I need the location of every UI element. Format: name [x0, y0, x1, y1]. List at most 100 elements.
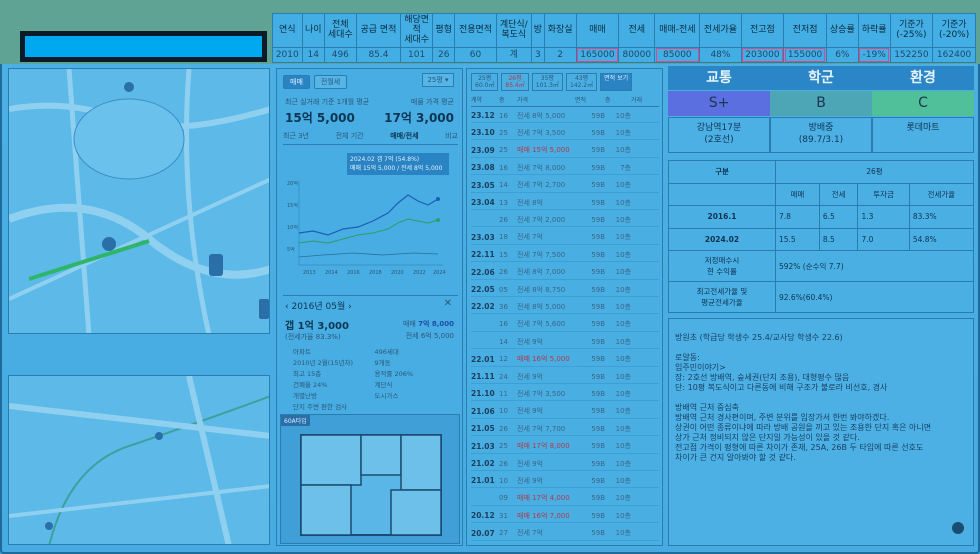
settings-icon[interactable]: [952, 522, 964, 534]
tx-row[interactable]: 20.12 31 매매 16억 7,000 59B 10층: [471, 509, 659, 524]
summary-header: 상승률: [825, 13, 859, 48]
summary-value: 203000: [740, 46, 785, 64]
tx-tab[interactable]: 25평 60.0㎡: [471, 73, 499, 91]
summary-value: 80000: [618, 46, 656, 64]
memo-line: [675, 393, 967, 403]
next-icon[interactable]: ›: [345, 302, 352, 312]
tx-row[interactable]: 26 전세 7억 2,000 59B 10층: [471, 213, 659, 228]
tx-cell-f: 13: [499, 198, 508, 207]
tx-row[interactable]: 21.01 10 전세 9억 59B 10층: [471, 474, 659, 489]
tx-cell-k: 전세 8억 5,000: [517, 111, 566, 120]
x-tick-2024: 2024: [433, 270, 446, 276]
tx-tab[interactable]: 43평 142.2㎡: [565, 73, 598, 91]
tx-row[interactable]: 21.10 11 전세 7억 3,500 59B 10층: [471, 387, 659, 402]
complex-map[interactable]: [8, 68, 270, 334]
tx-cell-f: 16: [499, 111, 508, 120]
tx-cell-a: 59B: [591, 442, 605, 451]
tx-row[interactable]: 23.12 16 전세 8억 5,000 59B 10층: [471, 109, 659, 123]
tx-cell-f: 26: [499, 459, 508, 468]
tx-cell-a: 59B: [591, 146, 605, 155]
summary-value: 48%: [699, 46, 742, 64]
close-icon[interactable]: ✕: [444, 298, 452, 309]
tx-cell-d: 23.12: [471, 111, 495, 120]
summary-value: -19%: [857, 46, 891, 64]
summary-value: 6%: [825, 46, 859, 64]
tx-cell-a: 59B: [591, 250, 605, 259]
floor-plan[interactable]: 60A타입: [280, 414, 460, 544]
calc-cell: 7.8: [774, 205, 820, 229]
score-desc: 강남역17분 (2호선): [668, 117, 770, 153]
tx-cell-d: 21.01: [471, 476, 495, 486]
score-head: 학군: [770, 66, 872, 90]
tx-row[interactable]: 21.06 10 전세 9억 59B 10층: [471, 405, 659, 419]
summary-header: 공급 면적: [355, 13, 402, 48]
tx-cell-fl: 10층: [615, 459, 631, 468]
tx-cell-fl: 10층: [615, 407, 631, 416]
gap-value: 갭 1억 3,000: [285, 321, 349, 332]
tx-row[interactable]: 21.11 24 전세 9억 59B 10층: [471, 370, 659, 384]
gap-sub: (전세가율 83.3%): [285, 333, 341, 341]
tx-cell-a: 59B: [591, 372, 605, 381]
tx-row[interactable]: 22.05 05 전세 8억 8,750 59B 10층: [471, 283, 659, 297]
tx-row[interactable]: 21.02 26 전세 9억 59B 10층: [471, 457, 659, 471]
feature-item: 계단식: [374, 381, 393, 389]
tx-cell-d: 20.07: [471, 528, 495, 538]
tx-row[interactable]: 23.10 25 전세 7억 3,500 59B 10층: [471, 126, 659, 141]
tx-cell-f: 25: [499, 146, 508, 155]
tx-cell-d: 21.11: [471, 372, 495, 381]
tx-cell-fl: 10층: [615, 215, 631, 224]
tx-row[interactable]: 22.11 15 전세 7억 7,500 59B 10층: [471, 248, 659, 263]
tx-row[interactable]: 20.07 27 전세 7억 59B 10층: [471, 527, 659, 541]
feature-item: 단지 주변 편한 검사: [293, 403, 348, 411]
tab-sale[interactable]: 매매: [283, 75, 310, 89]
area-map[interactable]: [8, 375, 270, 545]
tx-row[interactable]: 21.03 25 매매 17억 8,000 59B 10층: [471, 440, 659, 454]
subtab-compare[interactable]: 비교: [445, 131, 458, 141]
tx-row[interactable]: 09 매매 17억 4,000 59B 10층: [471, 492, 659, 506]
x-tick-2013: 2013: [303, 270, 316, 276]
tx-tab[interactable]: 35평 101.3㎡: [531, 73, 563, 91]
redacted-logo-box: [20, 31, 267, 62]
pyeong-select[interactable]: 25평 ▾: [422, 73, 454, 87]
tx-cell-a: 59B: [591, 320, 605, 329]
calc-size-label: 26평: [774, 160, 975, 184]
summary-value: 26: [432, 46, 456, 64]
tx-row[interactable]: 23.05 14 전세 7억 2,700 59B 10층: [471, 179, 659, 193]
tx-tab[interactable]: 26평 85.4㎡: [501, 73, 529, 91]
tx-cell-a: 59B: [591, 198, 605, 207]
tx-cell-f: 25: [499, 442, 508, 451]
tx-cell-a: 59B: [591, 233, 605, 242]
tx-row[interactable]: 23.09 25 매매 15억 5,000 59B 10층: [471, 144, 659, 158]
summary-header: 전저점: [783, 13, 827, 48]
tx-cell-k: 매매 15억 5,000: [517, 146, 570, 155]
tx-row[interactable]: 22.01 12 매매 16억 5,000 59B 10층: [471, 353, 659, 367]
tx-cell-a: 59B: [591, 181, 605, 190]
memo-line: 임주민이야기>: [675, 363, 726, 372]
summary-header: 연식: [272, 13, 303, 48]
subtab-all[interactable]: 전체 기간: [336, 131, 364, 141]
gap-lease-label: 전세: [405, 332, 419, 340]
memo-panel[interactable]: 방원초 (학급당 학생수 25.4/교사당 학생수 22.6) 로얄동: 임주민이야…: [668, 318, 974, 546]
calc-row-label: 2016.1: [668, 205, 776, 229]
price-chart[interactable]: 20억 15억 10억 5억 2013 2014 2016 2018 2020 …: [283, 173, 459, 283]
subtab-sale-lease[interactable]: 매매/전세: [390, 131, 418, 141]
tx-row[interactable]: 14 전세 9억 59B 10층: [471, 335, 659, 350]
tx-row[interactable]: 23.08 16 전세 7억 8,000 59B 7층: [471, 161, 659, 176]
tx-cell-k: 매매 16억 7,000: [517, 511, 570, 520]
x-tick-2018: 2018: [369, 270, 382, 276]
tx-row[interactable]: 22.06 26 전세 8억 7,000 59B 10층: [471, 266, 659, 280]
summary-value: 2010: [272, 46, 303, 64]
score-block: 교통 S+ 강남역17분 (2호선) 학군 B 방배중 (89.7/3.1) 환경 C 롯데마트: [668, 66, 974, 154]
tab-lease[interactable]: 전월세: [313, 75, 348, 89]
tx-cell-fl: 10층: [615, 355, 631, 364]
tx-row[interactable]: 16 전세 7억 5,600 59B 10층: [471, 318, 659, 332]
tx-cell-f: 26: [499, 268, 508, 277]
subtab-3y[interactable]: 최근 3년: [283, 131, 309, 141]
tx-row[interactable]: 23.04 13 전세 8억 59B 10층: [471, 196, 659, 210]
recent-label: 최근 실거래 기준 1개월 평균: [285, 98, 370, 106]
tx-tab[interactable]: 면적 보기: [600, 73, 633, 91]
tx-row[interactable]: 21.05 26 전세 7억 7,700 59B 10층: [471, 422, 659, 437]
tx-row[interactable]: 23.03 18 전세 7억 59B 10층: [471, 231, 659, 245]
calc-col-lease: 전세: [818, 182, 859, 207]
tx-row[interactable]: 22.02 36 전세 8억 5,000 59B 10층: [471, 300, 659, 315]
